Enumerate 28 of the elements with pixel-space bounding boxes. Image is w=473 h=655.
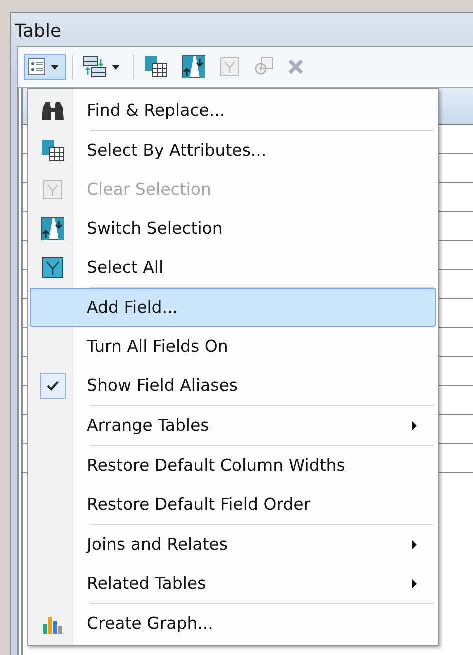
dropdown-caret-icon: [51, 64, 59, 70]
table-select-icon: [41, 138, 65, 162]
switch-selection-icon: [41, 216, 65, 240]
menu-item[interactable]: Restore Default Field Order: [30, 485, 436, 524]
menu-item[interactable]: Find & Replace...: [30, 91, 436, 130]
menu-item[interactable]: Related Tables: [30, 564, 436, 603]
dropdown-caret-icon: [112, 64, 120, 70]
menu-item[interactable]: Create Graph...: [30, 604, 436, 643]
clear-selection-icon: [43, 180, 63, 200]
menu-item[interactable]: Switch Selection: [30, 209, 436, 248]
delete-icon: [288, 59, 304, 75]
menu-item[interactable]: Turn All Fields On: [30, 327, 436, 366]
clear-selection-icon: [220, 57, 240, 77]
menu-item[interactable]: Restore Default Column Widths: [30, 446, 436, 485]
menu-item[interactable]: Select All: [30, 248, 436, 287]
menu-item[interactable]: Add Field...: [30, 288, 436, 327]
menu-item[interactable]: Show Field Aliases: [30, 366, 436, 405]
menu-item[interactable]: Select By Attributes...: [30, 131, 436, 170]
menu-item[interactable]: Arrange Tables: [30, 406, 436, 445]
switch-selection-icon: [182, 55, 206, 79]
related-tables-icon: [83, 56, 107, 78]
menu-item[interactable]: Joins and Relates: [30, 525, 436, 564]
zoom-table-icon: [254, 57, 274, 77]
table-select-icon: [144, 55, 168, 79]
table-options-icon: [28, 58, 46, 76]
window-title: Table: [14, 20, 62, 44]
select-all-icon: [42, 256, 64, 278]
binoculars-icon: [41, 100, 65, 122]
